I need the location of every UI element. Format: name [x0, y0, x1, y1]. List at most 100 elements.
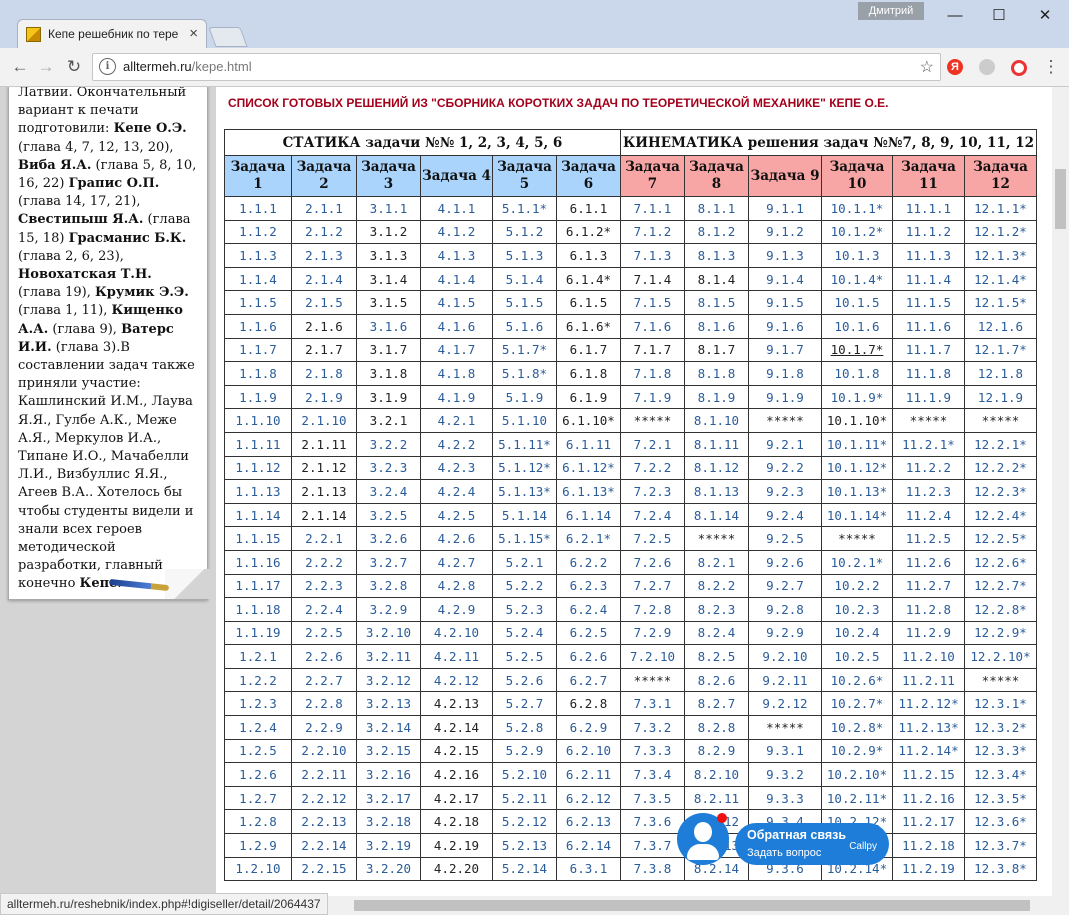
solution-link-cell[interactable]: 4.1.2 [420, 219, 493, 245]
solution-link-cell[interactable]: 9.1.8 [748, 361, 822, 386]
solution-link-cell[interactable]: 9.1.4 [748, 266, 822, 292]
extension-icon[interactable] [979, 59, 995, 75]
solution-link-cell[interactable]: 2.1.3 [291, 243, 357, 268]
solution-link-cell[interactable]: 1.1.9 [224, 384, 292, 410]
solution-link-cell[interactable]: 9.2.2 [748, 455, 822, 481]
solution-link-cell[interactable]: 12.1.6 [964, 313, 1037, 339]
forward-icon[interactable]: → [36, 57, 56, 77]
solution-link-cell[interactable]: 5.2.3 [492, 597, 557, 622]
solution-link-cell[interactable]: 10.1.12* [821, 455, 893, 481]
solution-link-cell[interactable]: 8.2.9 [684, 738, 749, 764]
solution-link-cell[interactable]: 1.1.12 [224, 455, 292, 481]
solution-link-cell[interactable]: 1.1.3 [224, 243, 292, 268]
solution-link-cell[interactable]: 6.2.9 [556, 715, 621, 740]
solution-link-cell[interactable]: 5.1.15* [492, 526, 557, 551]
solution-link-cell[interactable]: 5.1.5 [492, 290, 557, 315]
solution-link-cell[interactable]: 9.2.10 [748, 644, 822, 669]
target-extension-icon[interactable] [1011, 60, 1027, 76]
solution-link-cell[interactable]: 11.1.9 [892, 384, 965, 410]
solution-link-cell[interactable]: 2.1.4 [291, 266, 357, 292]
solution-link-cell[interactable]: 7.3.5 [620, 785, 685, 811]
solution-link-cell[interactable]: 6.2.12 [556, 785, 621, 811]
solution-link-cell[interactable]: 2.1.8 [291, 361, 357, 386]
solution-link-cell[interactable]: 5.2.11 [492, 785, 557, 811]
solution-link-cell[interactable]: 3.1.3 [356, 243, 421, 268]
solution-link-cell[interactable]: 10.1.5 [821, 290, 893, 315]
solution-link-cell[interactable]: 6.1.7 [556, 337, 621, 363]
solution-link-cell[interactable]: 11.2.5 [892, 526, 965, 551]
solution-link-cell[interactable]: 9.2.9 [748, 620, 822, 646]
solution-link-cell[interactable]: 12.3.4* [964, 762, 1037, 787]
solution-link-cell[interactable]: 6.1.4* [556, 266, 621, 292]
solution-link-cell[interactable]: 6.3.1 [556, 856, 621, 882]
solution-link-cell[interactable]: ***** [748, 408, 822, 433]
solution-link-cell[interactable]: ***** [821, 526, 893, 551]
solution-link-cell[interactable]: 7.2.9 [620, 620, 685, 646]
solution-link-cell[interactable]: 8.2.4 [684, 620, 749, 646]
solution-link-cell[interactable]: 4.2.16 [420, 762, 493, 787]
solution-link-cell[interactable]: 8.2.10 [684, 762, 749, 787]
solution-link-cell[interactable]: 10.1.9* [821, 384, 893, 410]
solution-link-cell[interactable]: 1.1.15 [224, 526, 292, 551]
solution-link-cell[interactable]: 11.1.4 [892, 266, 965, 292]
solution-link-cell[interactable]: ***** [964, 667, 1037, 693]
solution-link-cell[interactable]: 6.2.3 [556, 573, 621, 599]
solution-link-cell[interactable]: 9.2.6 [748, 549, 822, 575]
solution-link-cell[interactable]: 4.2.14 [420, 715, 493, 740]
solution-link-cell[interactable]: 7.2.1 [620, 431, 685, 457]
solution-link-cell[interactable]: 8.1.12 [684, 455, 749, 481]
solution-link-cell[interactable]: 9.2.3 [748, 479, 822, 504]
solution-link-cell[interactable]: 6.2.2 [556, 549, 621, 575]
solution-link-cell[interactable]: 3.2.19 [356, 833, 421, 858]
solution-link-cell[interactable]: 10.2.7* [821, 691, 893, 717]
solution-link-cell[interactable]: 6.2.8 [556, 691, 621, 717]
solution-link-cell[interactable]: 3.2.2 [356, 431, 421, 457]
solution-link-cell[interactable]: 7.3.2 [620, 715, 685, 740]
solution-link-cell[interactable]: 6.1.14 [556, 502, 621, 528]
solution-link-cell[interactable]: 2.2.10 [291, 738, 357, 764]
solution-link-cell[interactable]: 1.1.10 [224, 408, 292, 433]
solution-link-cell[interactable]: 2.2.9 [291, 715, 357, 740]
solution-link-cell[interactable]: 10.2.8* [821, 715, 893, 740]
solution-link-cell[interactable]: 6.2.6 [556, 644, 621, 669]
solution-link-cell[interactable]: 4.2.3 [420, 455, 493, 481]
solution-link-cell[interactable]: 2.1.11 [291, 431, 357, 457]
solution-link-cell[interactable]: 12.3.2* [964, 715, 1037, 740]
solution-link-cell[interactable]: 6.1.11 [556, 431, 621, 457]
solution-link-cell[interactable]: 7.1.7 [620, 337, 685, 363]
solution-link-cell[interactable]: 1.1.14 [224, 502, 292, 528]
solution-link-cell[interactable]: 3.2.5 [356, 502, 421, 528]
solution-link-cell[interactable]: 3.2.10 [356, 620, 421, 646]
solution-link-cell[interactable]: 2.2.12 [291, 785, 357, 811]
solution-link-cell[interactable]: ***** [964, 408, 1037, 433]
solution-link-cell[interactable]: 4.1.5 [420, 290, 493, 315]
solution-link-cell[interactable]: 1.2.2 [224, 667, 292, 693]
solution-link-cell[interactable]: 8.1.4 [684, 266, 749, 292]
bookmark-star-icon[interactable]: ☆ [920, 57, 934, 77]
solution-link-cell[interactable]: ***** [892, 408, 965, 433]
yandex-extension-icon[interactable]: Я [947, 59, 963, 75]
solution-link-cell[interactable]: 9.1.7 [748, 337, 822, 363]
solution-link-cell[interactable]: 12.1.9 [964, 384, 1037, 410]
solution-link-cell[interactable]: 3.2.15 [356, 738, 421, 764]
solution-link-cell[interactable]: 5.2.6 [492, 667, 557, 693]
solution-link-cell[interactable]: 2.2.8 [291, 691, 357, 717]
solution-link-cell[interactable]: 8.2.11 [684, 785, 749, 811]
solution-link-cell[interactable]: 12.2.3* [964, 479, 1037, 504]
solution-link-cell[interactable]: 10.2.4 [821, 620, 893, 646]
solution-link-cell[interactable]: 5.1.10 [492, 408, 557, 433]
solution-link-cell[interactable]: 5.2.12 [492, 809, 557, 835]
solution-link-cell[interactable]: ***** [620, 408, 685, 433]
solution-link-cell[interactable]: 12.2.7* [964, 573, 1037, 599]
solution-link-cell[interactable]: 12.3.1* [964, 691, 1037, 717]
solution-link-cell[interactable]: 7.3.4 [620, 762, 685, 787]
solution-link-cell[interactable]: 3.2.16 [356, 762, 421, 787]
solution-link-cell[interactable]: 1.1.18 [224, 597, 292, 622]
solution-link-cell[interactable]: 10.1.6 [821, 313, 893, 339]
solution-link-cell[interactable]: 1.1.1 [224, 196, 292, 221]
solution-link-cell[interactable]: 1.2.6 [224, 762, 292, 787]
solution-link-cell[interactable]: 5.2.1 [492, 549, 557, 575]
solution-link-cell[interactable]: 10.1.4* [821, 266, 893, 292]
solution-link-cell[interactable]: 2.1.6 [291, 313, 357, 339]
solution-link-cell[interactable]: 12.2.5* [964, 526, 1037, 551]
